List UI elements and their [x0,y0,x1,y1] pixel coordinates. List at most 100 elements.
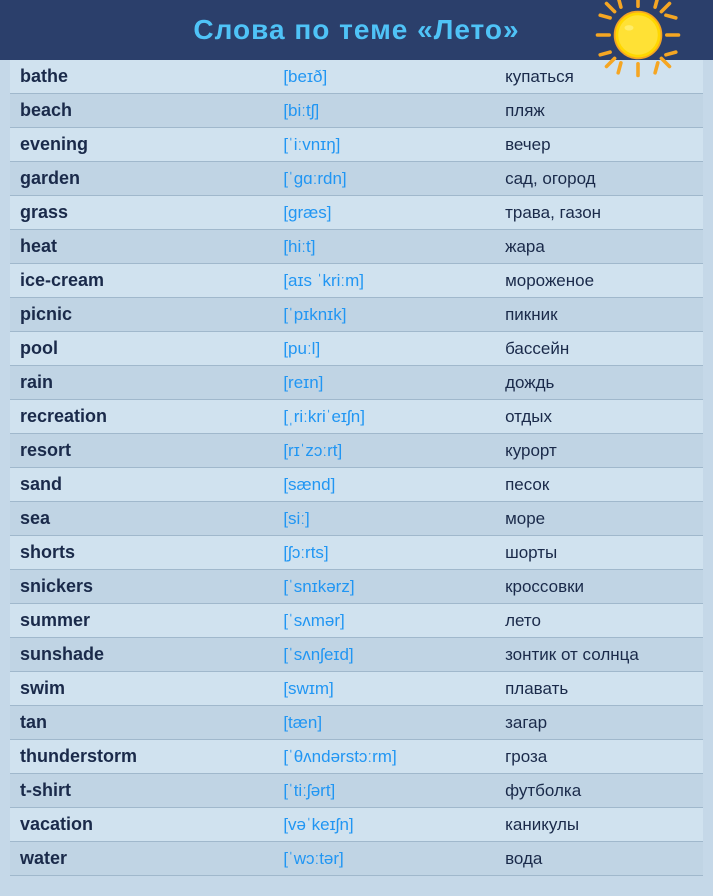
table-row: beach[biːtʃ]пляж [10,94,703,128]
phonetic-cell: [aɪs ˈkriːm] [273,264,495,298]
word-cell: shorts [10,536,273,570]
phonetic-cell: [ˈpɪknɪk] [273,298,495,332]
phonetic-cell: [ˌriːkriˈeɪʃn] [273,400,495,434]
translation-cell: море [495,502,703,536]
phonetic-cell: [ˈθʌndərstɔːrm] [273,740,495,774]
translation-cell: лето [495,604,703,638]
table-row: grass[ɡræs]трава, газон [10,196,703,230]
word-cell: tan [10,706,273,740]
table-row: thunderstorm[ˈθʌndərstɔːrm]гроза [10,740,703,774]
table-row: sea[siː]море [10,502,703,536]
sun-icon [593,0,683,80]
vocabulary-table: bathe[beɪð]купатьсяbeach[biːtʃ]пляжeveni… [10,60,703,876]
translation-cell: пикник [495,298,703,332]
translation-cell: гроза [495,740,703,774]
table-row: swim[swɪm]плавать [10,672,703,706]
table-row: sand[sænd]песок [10,468,703,502]
word-cell: resort [10,434,273,468]
word-cell: pool [10,332,273,366]
sun-decoration [593,0,683,85]
table-row: shorts[ʃɔːrts]шорты [10,536,703,570]
translation-cell: бассейн [495,332,703,366]
translation-cell: вечер [495,128,703,162]
translation-cell: жара [495,230,703,264]
table-row: ice-cream[aɪs ˈkriːm]мороженое [10,264,703,298]
translation-cell: курорт [495,434,703,468]
phonetic-cell: [beɪð] [273,60,495,94]
table-row: pool[puːl]бассейн [10,332,703,366]
translation-cell: зонтик от солнца [495,638,703,672]
translation-cell: песок [495,468,703,502]
phonetic-cell: [sænd] [273,468,495,502]
word-cell: snickers [10,570,273,604]
translation-cell: дождь [495,366,703,400]
translation-cell: мороженое [495,264,703,298]
table-row: rain[reɪn]дождь [10,366,703,400]
phonetic-cell: [ˈsʌnʃeɪd] [273,638,495,672]
table-row: evening[ˈiːvnɪŋ]вечер [10,128,703,162]
word-cell: summer [10,604,273,638]
translation-cell: плавать [495,672,703,706]
header: Слова по теме «Лето» [0,0,713,60]
table-row: recreation[ˌriːkriˈeɪʃn]отдых [10,400,703,434]
translation-cell: вода [495,842,703,876]
translation-cell: каникулы [495,808,703,842]
translation-cell: загар [495,706,703,740]
phonetic-cell: [biːtʃ] [273,94,495,128]
table-row: tan[tæn]загар [10,706,703,740]
phonetic-cell: [vəˈkeɪʃn] [273,808,495,842]
table-row: water[ˈwɔːtər]вода [10,842,703,876]
word-cell: sunshade [10,638,273,672]
table-row: heat[hiːt]жара [10,230,703,264]
phonetic-cell: [reɪn] [273,366,495,400]
phonetic-cell: [hiːt] [273,230,495,264]
page-wrapper: Слова по теме «Лето» [0,0,713,896]
word-cell: beach [10,94,273,128]
phonetic-cell: [rɪˈzɔːrt] [273,434,495,468]
table-row: resort[rɪˈzɔːrt]курорт [10,434,703,468]
word-cell: vacation [10,808,273,842]
word-cell: grass [10,196,273,230]
phonetic-cell: [ˈsnɪkərz] [273,570,495,604]
translation-cell: отдых [495,400,703,434]
table-row: garden[ˈɡɑːrdn]сад, огород [10,162,703,196]
word-cell: bathe [10,60,273,94]
table-row: t-shirt[ˈtiːʃərt]футболка [10,774,703,808]
word-cell: rain [10,366,273,400]
table-row: picnic[ˈpɪknɪk]пикник [10,298,703,332]
phonetic-cell: [ˈwɔːtər] [273,842,495,876]
word-cell: swim [10,672,273,706]
phonetic-cell: [puːl] [273,332,495,366]
phonetic-cell: [tæn] [273,706,495,740]
phonetic-cell: [ˈiːvnɪŋ] [273,128,495,162]
translation-cell: футболка [495,774,703,808]
translation-cell: пляж [495,94,703,128]
translation-cell: кроссовки [495,570,703,604]
vocabulary-table-container: bathe[beɪð]купатьсяbeach[biːtʃ]пляжeveni… [0,60,713,876]
translation-cell: сад, огород [495,162,703,196]
phonetic-cell: [ˈɡɑːrdn] [273,162,495,196]
word-cell: picnic [10,298,273,332]
phonetic-cell: [ˈsʌmər] [273,604,495,638]
word-cell: thunderstorm [10,740,273,774]
table-row: sunshade[ˈsʌnʃeɪd]зонтик от солнца [10,638,703,672]
word-cell: sea [10,502,273,536]
translation-cell: трава, газон [495,196,703,230]
phonetic-cell: [ˈtiːʃərt] [273,774,495,808]
word-cell: water [10,842,273,876]
word-cell: heat [10,230,273,264]
word-cell: t-shirt [10,774,273,808]
word-cell: sand [10,468,273,502]
word-cell: evening [10,128,273,162]
table-row: vacation[vəˈkeɪʃn]каникулы [10,808,703,842]
table-row: summer[ˈsʌmər]лето [10,604,703,638]
word-cell: garden [10,162,273,196]
translation-cell: шорты [495,536,703,570]
phonetic-cell: [swɪm] [273,672,495,706]
page-title: Слова по теме «Лето» [193,14,519,46]
word-cell: recreation [10,400,273,434]
word-cell: ice-cream [10,264,273,298]
phonetic-cell: [siː] [273,502,495,536]
phonetic-cell: [ɡræs] [273,196,495,230]
table-row: snickers[ˈsnɪkərz]кроссовки [10,570,703,604]
